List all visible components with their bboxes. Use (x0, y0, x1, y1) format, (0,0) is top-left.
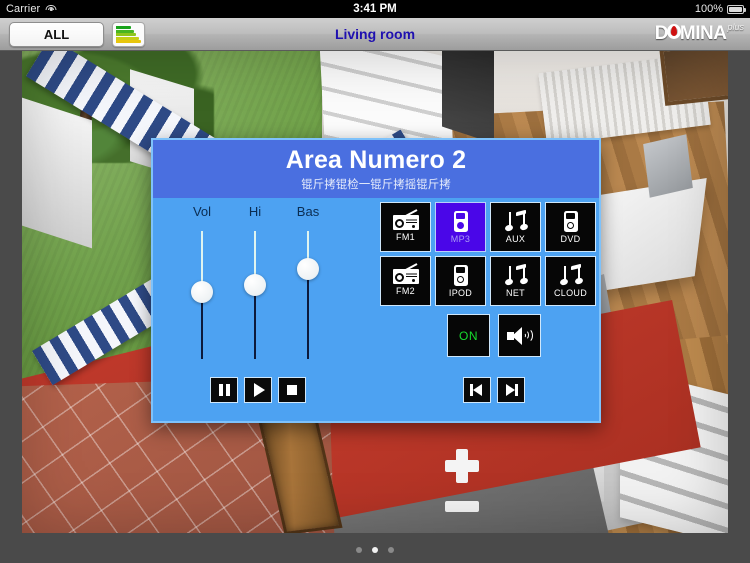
source-button-cloud[interactable]: CLOUD (545, 256, 596, 306)
radio-icon (392, 209, 419, 230)
source-row: FM2 IPOD NET CLOUD (380, 256, 596, 306)
source-label: DVD (560, 233, 581, 244)
ios-status-bar: Carrier 3:41 PM 100% (0, 0, 750, 18)
slider-knob[interactable] (297, 258, 319, 281)
bass-slider[interactable]: Bas (285, 204, 331, 359)
play-button[interactable] (244, 377, 272, 403)
modal-header: Area Numero 2 锟斤拷锟检一锟斤拷摇锟斤拷 (153, 140, 599, 198)
slider-rail-lower (254, 284, 256, 359)
slider-track[interactable] (179, 231, 225, 359)
carrier-label: Carrier (6, 3, 41, 15)
wifi-icon (45, 4, 57, 14)
slider-label: Bas (296, 204, 320, 219)
source-button-net[interactable]: NET (490, 256, 541, 306)
source-label: CLOUD (553, 287, 587, 298)
music-note-icon (558, 263, 584, 286)
ipod-icon (453, 264, 468, 286)
page-dot[interactable] (388, 547, 394, 553)
source-button-fm2[interactable]: FM2 (380, 256, 431, 306)
status-time: 3:41 PM (353, 3, 397, 15)
stop-button[interactable] (278, 377, 306, 403)
previous-track-button[interactable] (463, 377, 491, 403)
transport-controls (210, 377, 306, 403)
speaker-volume-icon (506, 326, 533, 346)
top-toolbar: ALL Living room D MINA plus (0, 18, 750, 51)
audio-zone-modal: Area Numero 2 锟斤拷锟检一锟斤拷摇锟斤拷 Vol Hi Bas F… (151, 138, 601, 423)
slider-track[interactable] (285, 231, 331, 359)
page-dot[interactable] (356, 547, 362, 553)
previous-track-icon (470, 384, 484, 396)
modal-title: Area Numero 2 (285, 146, 467, 174)
slider-rail-lower (307, 269, 309, 359)
modal-body: Vol Hi Bas FM1 MP3 AUX DVD FM2 IPOD NET … (153, 198, 599, 423)
ipod-icon (563, 210, 578, 232)
treble-slider[interactable]: Hi (232, 204, 278, 359)
play-icon (253, 383, 265, 397)
next-track-icon (504, 384, 518, 396)
page-indicator[interactable] (0, 547, 750, 553)
source-button-mp3[interactable]: MP3 (435, 202, 486, 252)
window (659, 51, 728, 106)
page-title: Living room (334, 26, 416, 42)
volume-slider[interactable]: Vol (179, 204, 225, 359)
domina-logo: D MINA plus (654, 22, 744, 46)
track-controls (463, 377, 525, 403)
source-grid: FM1 MP3 AUX DVD FM2 IPOD NET CLOUD (380, 202, 596, 310)
logo-text-after: MINA (679, 23, 727, 44)
radio-icon (392, 263, 419, 284)
source-button-ipod[interactable]: IPOD (435, 256, 486, 306)
power-speaker-row: ON (447, 314, 541, 357)
source-button-aux[interactable]: AUX (490, 202, 541, 252)
music-note-icon (503, 209, 529, 232)
source-label: IPOD (448, 287, 473, 298)
status-left: Carrier (6, 3, 57, 15)
app-root: Carrier 3:41 PM 100% ALL Living room D M… (0, 0, 750, 563)
chair-2 (643, 134, 693, 198)
slider-knob[interactable] (191, 281, 213, 304)
source-label: AUX (505, 233, 526, 244)
stop-icon (287, 385, 297, 395)
ipod-icon (453, 210, 468, 232)
slider-label: Vol (192, 204, 212, 219)
slider-label: Hi (248, 204, 262, 219)
source-label: MP3 (450, 233, 471, 244)
speaker-button[interactable] (498, 314, 541, 357)
source-label: NET (506, 287, 525, 298)
plus-minus-marker (440, 449, 484, 533)
logo-text-before: D (654, 23, 669, 44)
slider-track[interactable] (232, 231, 278, 359)
pause-button[interactable] (210, 377, 238, 403)
source-button-fm1[interactable]: FM1 (380, 202, 431, 252)
flame-icon (666, 23, 681, 39)
cabinet-left (22, 97, 92, 249)
battery-full-icon (727, 4, 746, 14)
page-dot-active[interactable] (372, 547, 378, 553)
source-label: FM2 (396, 286, 415, 296)
modal-subtitle: 锟斤拷锟检一锟斤拷摇锟斤拷 (301, 179, 451, 191)
power-on-button[interactable]: ON (447, 314, 490, 357)
next-track-button[interactable] (497, 377, 525, 403)
source-row: FM1 MP3 AUX DVD (380, 202, 596, 252)
music-note-icon (503, 263, 529, 286)
status-right: 100% (694, 3, 746, 15)
source-button-dvd[interactable]: DVD (545, 202, 596, 252)
slider-knob[interactable] (244, 273, 266, 296)
battery-percent-label: 100% (694, 3, 723, 15)
source-label: FM1 (396, 232, 415, 242)
logo-superscript: plus (727, 22, 744, 32)
pause-icon (218, 384, 230, 396)
slider-group: Vol Hi Bas (179, 204, 339, 364)
